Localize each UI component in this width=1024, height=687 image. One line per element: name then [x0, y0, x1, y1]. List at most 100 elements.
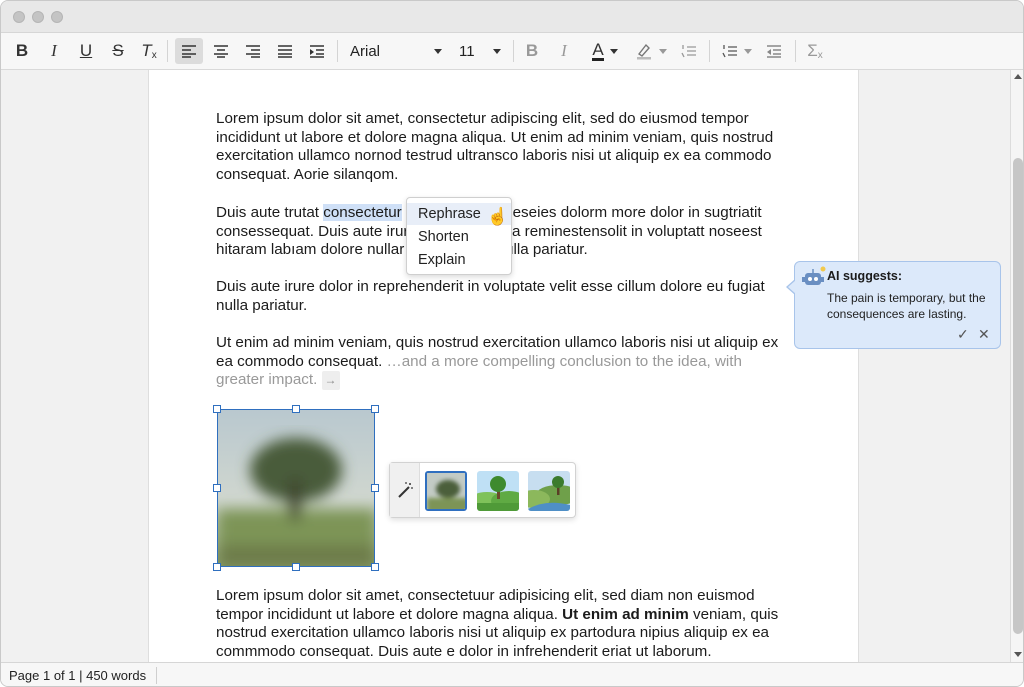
scroll-up-arrow-icon[interactable] — [1014, 74, 1022, 79]
align-center-icon — [214, 45, 228, 58]
zoom-window-button[interactable] — [51, 11, 63, 23]
justify-icon — [278, 45, 292, 58]
toolbar-separator — [167, 40, 168, 62]
align-left-button[interactable] — [175, 38, 203, 64]
selected-image[interactable] — [217, 409, 375, 567]
highlight-color-button[interactable] — [631, 38, 671, 64]
font-size-select[interactable]: 11 — [459, 38, 503, 64]
align-center-button[interactable] — [207, 38, 235, 64]
align-left-icon — [182, 45, 196, 58]
resize-handle-n[interactable] — [292, 405, 300, 413]
font-color-icon: A — [592, 39, 604, 61]
menu-item-label: Rephrase — [418, 206, 481, 222]
paragraph-5-bold: Ut enim ad minim — [562, 605, 689, 623]
image-variation-3[interactable] — [528, 471, 570, 511]
close-window-button[interactable] — [13, 11, 25, 23]
paragraph-5[interactable]: Lorem ipsum dolor sit amet, consectetuur… — [216, 587, 786, 662]
outdent-icon — [767, 45, 781, 58]
italic-button[interactable]: I — [43, 38, 65, 64]
resize-handle-sw[interactable] — [213, 563, 221, 571]
list-icon — [722, 45, 737, 58]
align-right-button[interactable] — [239, 38, 267, 64]
italic-button-secondary[interactable]: I — [553, 38, 575, 64]
font-family-value: Arial — [350, 42, 381, 60]
image-ai-variations-popup — [389, 462, 576, 518]
paragraph-2-line3-tail: ulla pariatur. — [505, 241, 588, 259]
numbered-list-button[interactable] — [677, 38, 701, 64]
reject-close-icon[interactable]: ✕ — [978, 326, 990, 343]
menu-item-shorten[interactable]: Shorten — [407, 226, 511, 248]
title-bar — [1, 1, 1023, 33]
resize-handle-ne[interactable] — [371, 405, 379, 413]
align-right-icon — [246, 45, 260, 58]
sum-icon: Σ — [807, 41, 818, 60]
strikethrough-button[interactable]: S — [107, 38, 129, 64]
word-count-status: Page 1 of 1 | 450 words — [9, 668, 147, 683]
font-size-value: 11 — [459, 42, 475, 60]
ai-suggestion-text: The pain is temporary, but the consequen… — [827, 291, 986, 321]
paragraph-2-line2-head: consessequat. Duis aute irur — [216, 222, 409, 240]
resize-handle-s[interactable] — [292, 563, 300, 571]
clear-formatting-icon: T — [141, 41, 152, 60]
bold-button[interactable]: B — [11, 38, 33, 64]
justify-button[interactable] — [271, 38, 299, 64]
scrollbar-thumb[interactable] — [1013, 158, 1023, 634]
menu-item-rephrase[interactable]: Rephrase ☝ — [407, 203, 511, 226]
image-variation-1[interactable] — [425, 471, 467, 511]
ai-context-menu: Rephrase ☝ Shorten Explain — [406, 197, 512, 275]
image-variation-2[interactable] — [477, 471, 519, 511]
resize-handle-w[interactable] — [213, 484, 221, 492]
resize-handle-e[interactable] — [371, 484, 379, 492]
paragraph-4[interactable]: Ut enim ad minim veniam, quis nostrud ex… — [216, 334, 786, 391]
indent-button[interactable] — [303, 38, 331, 64]
menu-item-explain[interactable]: Explain — [407, 249, 511, 271]
accept-check-icon[interactable]: ✓ — [957, 326, 969, 343]
document-workspace: Lorem ipsum dolor sit amet, consectetur … — [1, 70, 1010, 662]
paragraph-2-line2-tail: a reminestensolit in voluptatt noseest — [512, 222, 762, 240]
paragraph-1[interactable]: Lorem ipsum dolor sit amet, consectetur … — [216, 110, 786, 185]
paragraph-2-line3-head: hitaram labıam dolore nullar — [216, 241, 405, 259]
formatting-toolbar: B I U S Tx Arial 11 B I A Σ x — [1, 33, 1023, 70]
document-page[interactable]: Lorem ipsum dolor sit amet, consectetur … — [148, 70, 859, 662]
font-color-button[interactable]: A — [585, 38, 625, 64]
chevron-down-icon — [659, 48, 667, 54]
minimize-window-button[interactable] — [32, 11, 44, 23]
status-bar: Page 1 of 1 | 450 words — [1, 662, 1023, 686]
toolbar-separator — [709, 40, 710, 62]
numbered-list-icon — [681, 45, 696, 58]
chevron-down-icon — [744, 48, 752, 54]
magic-wand-icon — [397, 482, 413, 498]
tree-landscape-image — [218, 410, 374, 566]
toolbar-separator — [795, 40, 796, 62]
bullet-list-button[interactable] — [717, 38, 757, 64]
chevron-down-icon — [493, 49, 501, 54]
river-landscape-thumbnail — [528, 471, 570, 511]
vertical-scrollbar[interactable] — [1010, 70, 1023, 662]
paragraph-3[interactable]: Duis aute irure dolor in reprehenderit i… — [216, 278, 786, 315]
font-family-select[interactable]: Arial — [350, 38, 442, 64]
editor-window: B I U S Tx Arial 11 B I A Σ x Lorem ipsu… — [0, 0, 1024, 687]
toolbar-separator — [337, 40, 338, 62]
accept-suggestion-arrow-icon[interactable]: → — [321, 371, 340, 391]
sunny-tree-thumbnail — [477, 471, 519, 511]
ai-suggestion-card: AI suggests: The pain is temporary, but … — [786, 261, 1001, 349]
indent-icon — [310, 45, 324, 58]
robot-icon — [802, 266, 826, 285]
selected-text[interactable]: consectetur — [323, 204, 402, 221]
magic-wand-button[interactable] — [390, 463, 420, 517]
outdent-button[interactable] — [761, 38, 787, 64]
ai-suggestion-title: AI suggests: — [827, 269, 903, 283]
blurred-tree-thumbnail — [427, 473, 465, 509]
resize-handle-nw[interactable] — [213, 405, 221, 413]
resize-handle-se[interactable] — [371, 563, 379, 571]
bold-button-secondary[interactable]: B — [521, 38, 543, 64]
underline-button[interactable]: U — [75, 38, 97, 64]
pointer-hand-icon: ☝ — [487, 207, 509, 226]
toolbar-separator — [513, 40, 514, 62]
paragraph-2-line1-tail: seseies dolorm more dolor in sugtriatit — [505, 204, 762, 221]
chevron-down-icon — [434, 49, 442, 54]
scroll-down-arrow-icon[interactable] — [1014, 652, 1022, 657]
clear-formatting-button[interactable]: Tx — [137, 38, 161, 64]
formula-button[interactable]: Σx — [803, 38, 827, 64]
highlighter-icon — [637, 43, 651, 60]
